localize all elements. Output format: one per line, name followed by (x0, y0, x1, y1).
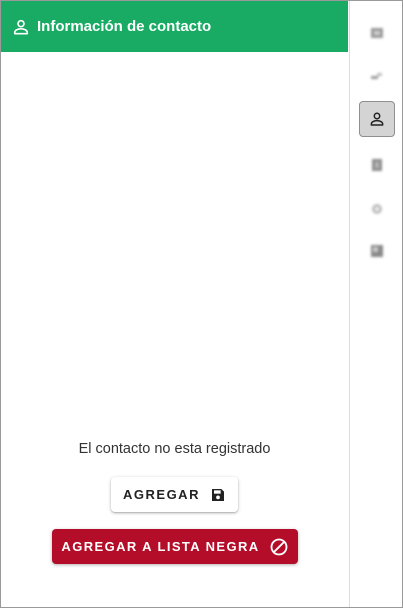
panel-header: Información de contacto (1, 1, 348, 52)
add-contact-button[interactable]: AGREGAR (111, 477, 238, 512)
rail-button-6[interactable] (359, 233, 395, 269)
rail-button-4[interactable] (359, 147, 395, 183)
blurred-icon (371, 28, 383, 38)
rail-button-2[interactable] (359, 59, 395, 95)
person-icon (13, 19, 29, 35)
save-icon (211, 488, 224, 501)
side-toolbar (349, 1, 402, 607)
blurred-icon (372, 204, 382, 214)
rail-button-5[interactable] (359, 191, 395, 227)
add-contact-label: AGREGAR (123, 487, 200, 502)
blurred-icon (372, 159, 382, 171)
blurred-icon (371, 73, 382, 79)
rail-button-1[interactable] (359, 15, 395, 51)
person-icon (370, 112, 384, 126)
add-to-blacklist-button[interactable]: AGREGAR A LISTA NEGRA (52, 529, 298, 564)
empty-message: El contacto no esta registrado (78, 441, 271, 457)
contact-window: Información de contacto El contacto no e… (0, 0, 403, 608)
blurred-icon (371, 245, 383, 257)
add-to-blacklist-label: AGREGAR A LISTA NEGRA (61, 539, 260, 554)
panel-title: Información de contacto (37, 18, 212, 35)
block-icon (270, 538, 287, 555)
contact-panel: Información de contacto El contacto no e… (1, 1, 348, 607)
rail-button-contact[interactable] (359, 101, 395, 137)
